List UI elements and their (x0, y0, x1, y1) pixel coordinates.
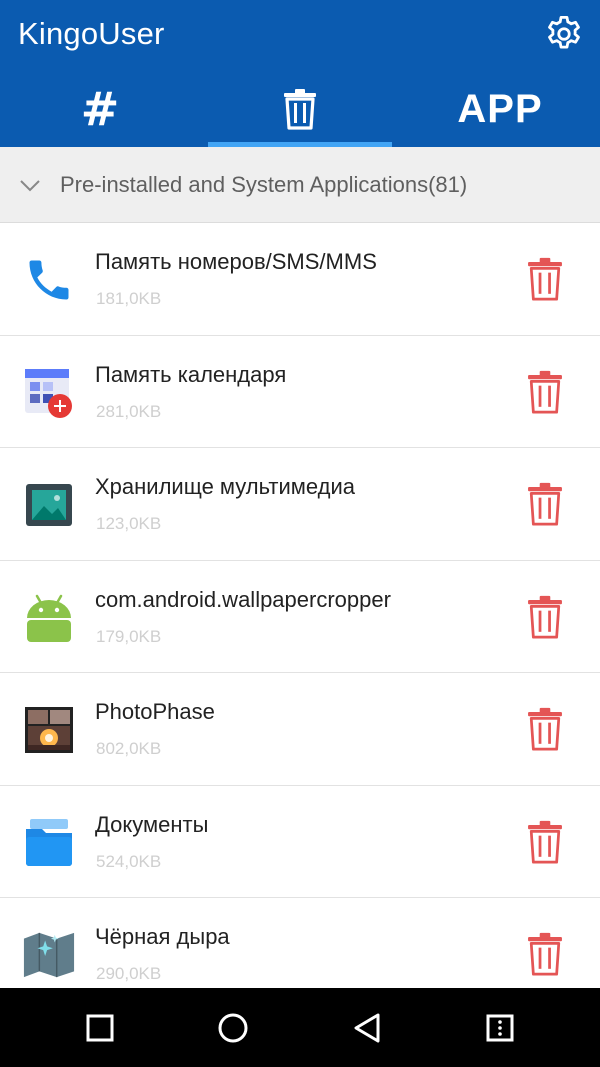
section-header[interactable]: Pre-installed and System Applications(81… (0, 147, 600, 223)
trash-icon (528, 707, 562, 751)
app-size: 290,0KB (96, 964, 162, 983)
list-item[interactable]: com.android.wallpapercropper 179,0KB (0, 560, 600, 673)
tab-app[interactable]: APP (400, 70, 600, 147)
trash-icon (528, 257, 562, 301)
media-storage-icon (22, 478, 76, 532)
list-item[interactable]: PhotoPhase 802,0KB (0, 673, 600, 786)
tab-hash[interactable]: # (0, 70, 200, 147)
delete-button[interactable] (520, 814, 570, 870)
app-size: 123,0KB (96, 514, 162, 533)
app-name: Хранилище мультимедиа (95, 474, 355, 499)
app-name: Чёрная дыра (95, 924, 230, 949)
app-name: com.android.wallpapercropper (95, 586, 391, 612)
tab-app-label: APP (457, 86, 543, 131)
list-item[interactable]: Документы 524,0KB (0, 785, 600, 898)
app-name: Документы (95, 811, 209, 837)
app-list: Память номеров/SMS/MMS 181,0KB Память ка… (0, 223, 600, 988)
app-name: Память календаря (95, 361, 287, 387)
back-icon (354, 1013, 380, 1043)
chevron-down-icon (20, 180, 40, 192)
trash-icon (528, 820, 562, 863)
list-item[interactable]: Чёрная дыра 290,0KB (0, 898, 600, 988)
app-size: 802,0KB (96, 739, 162, 758)
delete-button[interactable] (520, 701, 570, 757)
phone-icon (22, 253, 76, 307)
home-icon (218, 1013, 248, 1043)
trash-icon (528, 482, 562, 526)
delete-button[interactable] (520, 364, 570, 420)
app-bar: KingoUser # APP (0, 0, 600, 147)
tab-bar: # APP (0, 70, 600, 147)
trash-icon (528, 595, 562, 638)
app-size: 524,0KB (96, 851, 162, 871)
delete-button[interactable] (520, 589, 570, 645)
trash-icon (528, 932, 562, 976)
delete-button[interactable] (520, 476, 570, 532)
home-button[interactable] (203, 998, 263, 1058)
tab-trash[interactable] (200, 70, 400, 147)
back-button[interactable] (337, 998, 397, 1058)
list-item[interactable]: Хранилище мультимедиа 123,0KB (0, 448, 600, 561)
app-name: PhotoPhase (95, 699, 215, 724)
app-title: KingoUser (18, 16, 165, 51)
app-name: Память номеров/SMS/MMS (95, 249, 377, 274)
map-sparkle-icon (22, 928, 76, 982)
calendar-icon (22, 366, 76, 420)
trash-icon (284, 88, 316, 130)
section-title: Pre-installed and System Applications(81… (60, 172, 468, 197)
settings-button[interactable] (538, 8, 590, 60)
app-size: 281,0KB (96, 401, 162, 421)
recents-button[interactable] (70, 998, 130, 1058)
menu-icon (486, 1014, 514, 1042)
gear-icon (548, 15, 580, 49)
folder-icon (22, 816, 76, 870)
navigation-bar (0, 988, 600, 1067)
app-size: 181,0KB (96, 289, 162, 308)
menu-button[interactable] (470, 998, 530, 1058)
tab-hash-label: # (80, 81, 120, 136)
list-item[interactable]: Память календаря 281,0KB (0, 335, 600, 448)
recents-icon (86, 1014, 114, 1042)
trash-icon (528, 370, 562, 413)
delete-button[interactable] (520, 926, 570, 982)
app-size: 179,0KB (96, 626, 162, 646)
delete-button[interactable] (520, 251, 570, 307)
list-item[interactable]: Память номеров/SMS/MMS 181,0KB (0, 223, 600, 336)
android-icon (22, 591, 76, 645)
photophase-icon (22, 703, 76, 757)
